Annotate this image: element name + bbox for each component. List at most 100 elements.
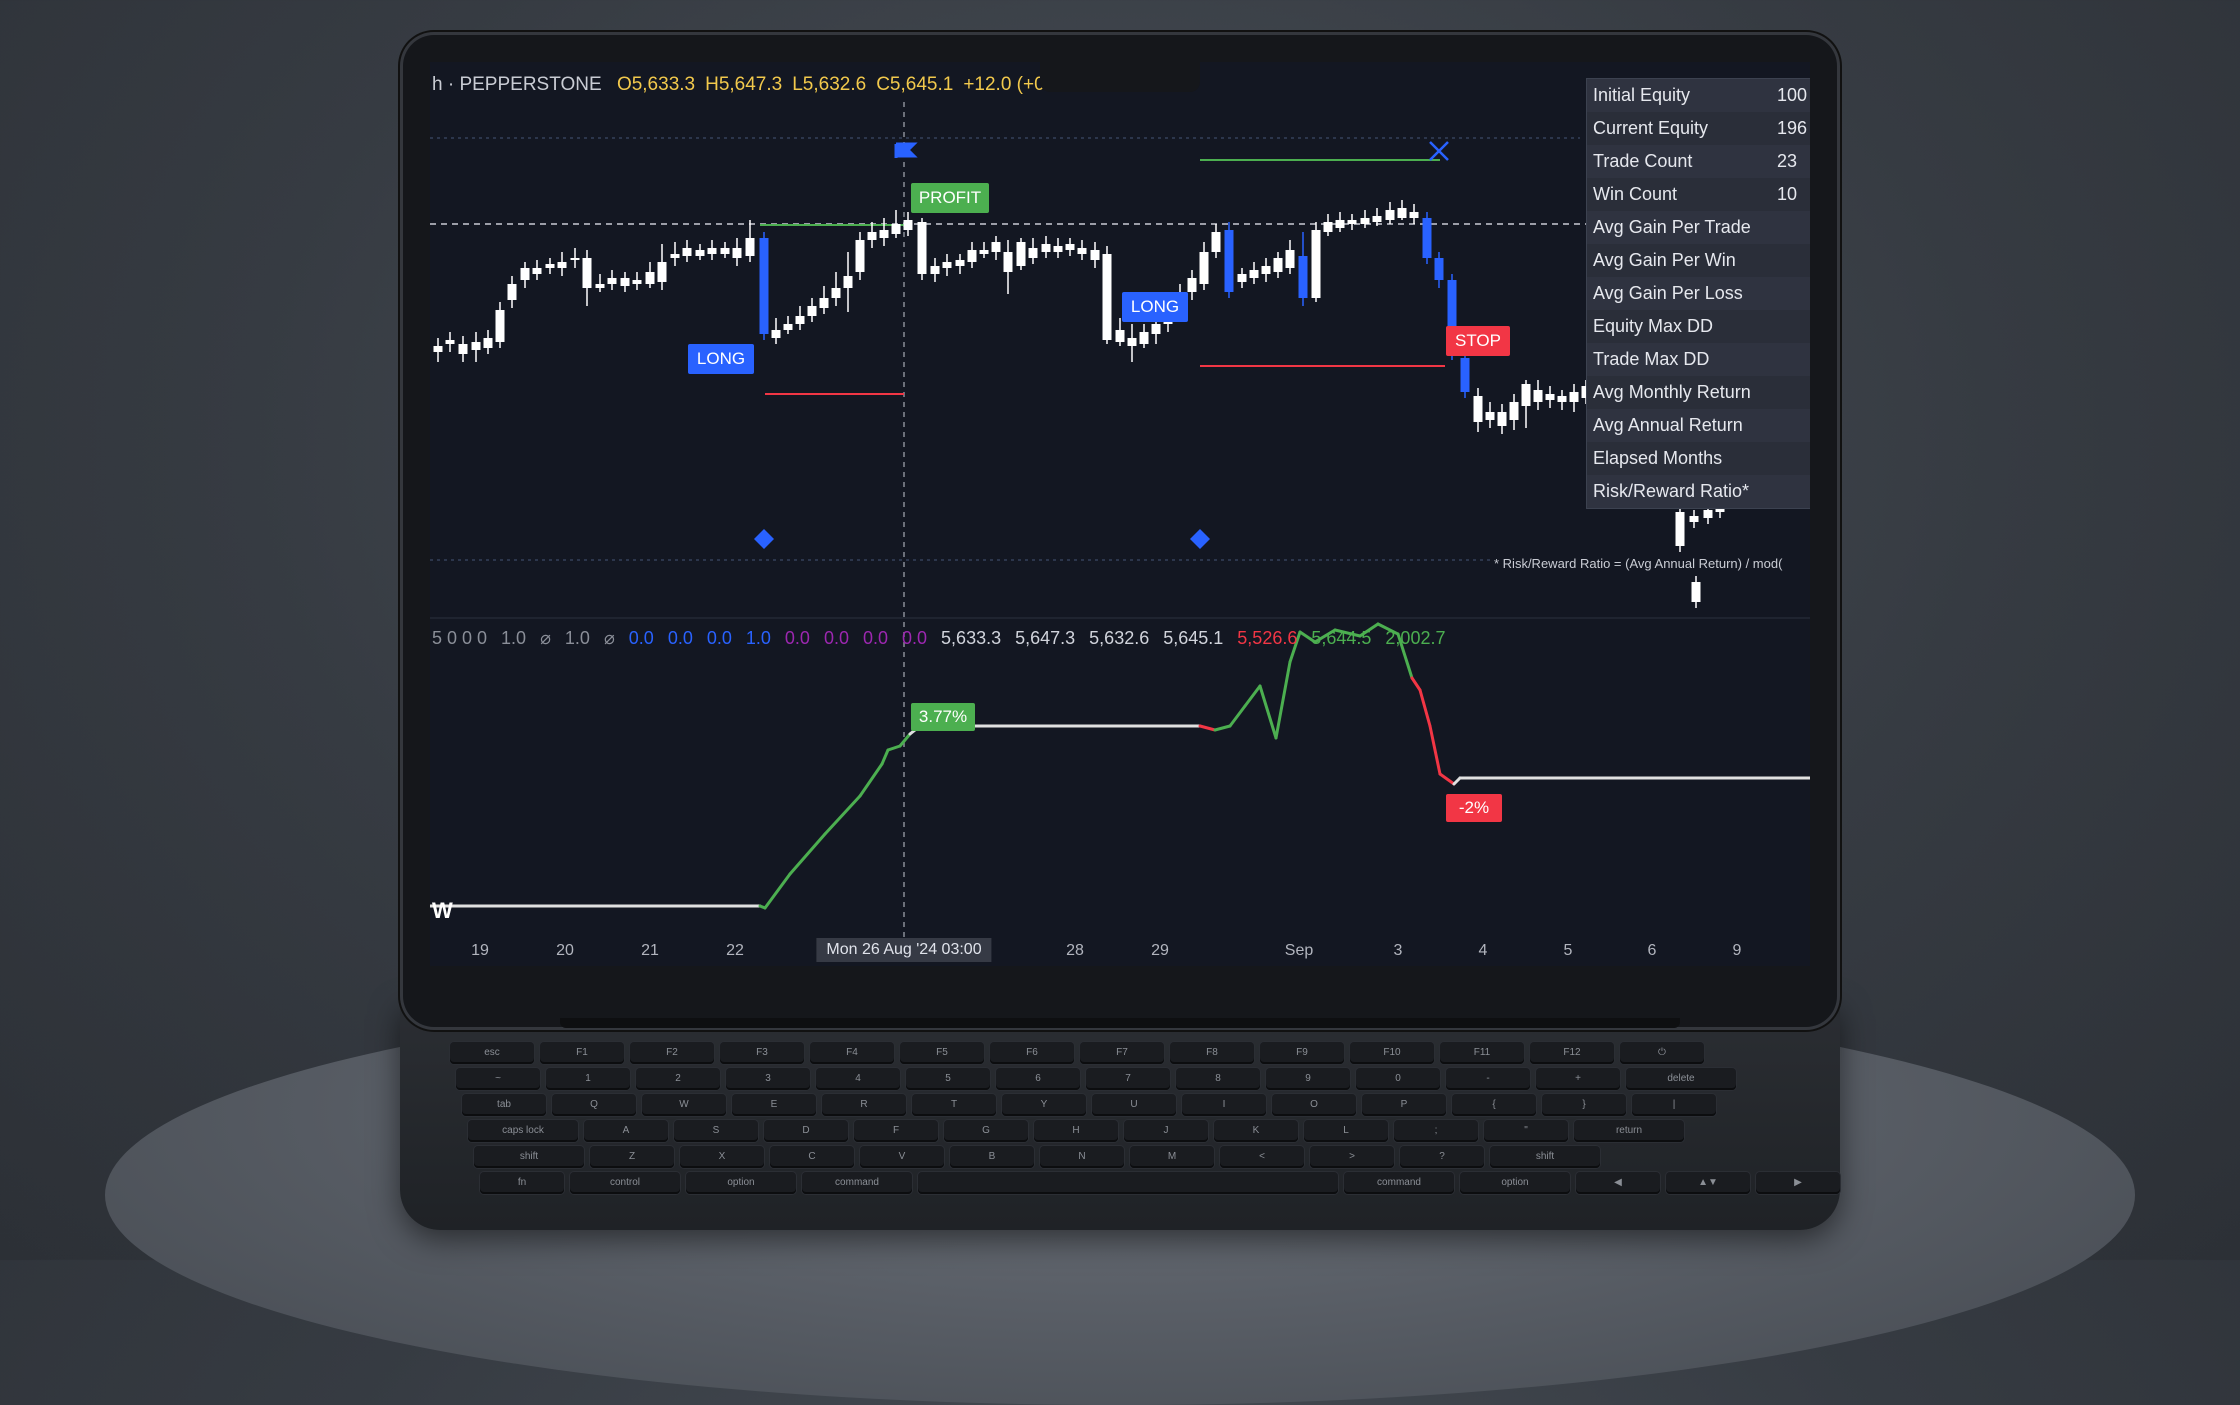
keyboard-key[interactable]: 7 [1086, 1068, 1170, 1090]
keyboard-key[interactable]: ◀ [1576, 1172, 1660, 1194]
flag-icon [894, 142, 918, 158]
keyboard-key[interactable]: return [1574, 1120, 1684, 1142]
keyboard-key[interactable]: " [1484, 1120, 1568, 1142]
keyboard-key[interactable]: J [1124, 1120, 1208, 1142]
indicator-value: 1.0 [501, 628, 527, 648]
keyboard-key[interactable]: 8 [1176, 1068, 1260, 1090]
keyboard-key[interactable]: R [822, 1094, 906, 1116]
profit-exit-tag: PROFIT [911, 183, 989, 213]
keyboard-key[interactable]: L [1304, 1120, 1388, 1142]
keyboard-key[interactable]: N [1040, 1146, 1124, 1168]
keyboard-key[interactable]: 6 [996, 1068, 1080, 1090]
keyboard-key[interactable]: F7 [1080, 1042, 1164, 1064]
keyboard-key[interactable]: caps lock [468, 1120, 578, 1142]
keyboard-key[interactable]: { [1452, 1094, 1536, 1116]
keyboard-key[interactable]: shift [1490, 1146, 1600, 1168]
candle-body [1211, 232, 1221, 252]
candle-body [1139, 332, 1149, 344]
keyboard-key[interactable]: F9 [1260, 1042, 1344, 1064]
keyboard-key[interactable]: command [1344, 1172, 1454, 1194]
keyboard-key[interactable]: E [732, 1094, 816, 1116]
candle-body [1224, 230, 1234, 292]
keyboard-row: shift Z X C V B N M < >? shift [474, 1146, 1600, 1168]
keyboard-key[interactable]: fn [480, 1172, 564, 1194]
keyboard-key[interactable]: M [1130, 1146, 1214, 1168]
keyboard-key[interactable]: ? [1400, 1146, 1484, 1168]
keyboard-key[interactable]: F2 [630, 1042, 714, 1064]
keyboard-key[interactable]: 3 [726, 1068, 810, 1090]
keyboard-key[interactable]: control [570, 1172, 680, 1194]
indicator-value: ⌀ [540, 628, 551, 648]
trading-chart-screen[interactable]: h · PEPPERSTONE O5,633.3 H5,647.3 L5,632.6… [430, 62, 1810, 966]
keyboard-key[interactable]: | [1632, 1094, 1716, 1116]
keyboard-key[interactable]: > [1310, 1146, 1394, 1168]
stats-row: Avg Gain Per Loss [1587, 277, 1810, 310]
keyboard-key[interactable]: X [680, 1146, 764, 1168]
candle-body [1335, 220, 1345, 228]
date-tick-label: 3 [1393, 942, 1403, 959]
keyboard-key[interactable]: Y [1002, 1094, 1086, 1116]
keyboard-key[interactable]: K [1214, 1120, 1298, 1142]
keyboard-key[interactable]: V [860, 1146, 944, 1168]
equity-curve-segment [858, 762, 884, 798]
keyboard-key[interactable]: Z [590, 1146, 674, 1168]
keyboard-key[interactable]: 9 [1266, 1068, 1350, 1090]
keyboard-key[interactable]: option [686, 1172, 796, 1194]
keyboard-key[interactable]: F4 [810, 1042, 894, 1064]
keyboard-key[interactable]: 2 [636, 1068, 720, 1090]
keyboard-key[interactable]: ⏻ [1620, 1042, 1704, 1064]
keyboard-key[interactable]: S [674, 1120, 758, 1142]
keyboard-key[interactable]: - [1446, 1068, 1530, 1090]
keyboard-key[interactable]: option [1460, 1172, 1570, 1194]
keyboard-key[interactable]: B [950, 1146, 1034, 1168]
keyboard-key[interactable]: P [1362, 1094, 1446, 1116]
long-entry-tag: LONG [688, 344, 754, 374]
keyboard-key[interactable]: D [764, 1120, 848, 1142]
keyboard-key[interactable]: 0 [1356, 1068, 1440, 1090]
keyboard-key[interactable]: I [1182, 1094, 1266, 1116]
keyboard-key[interactable]: F5 [900, 1042, 984, 1064]
equity-curve-segment [1274, 660, 1292, 740]
keyboard-key[interactable]: F8 [1170, 1042, 1254, 1064]
laptop-base: esc F1 F2 F3 F4 F5 F6 F7 F8 F9 F10 F11 F12 ⏻ ~1 2 3 4 5 6 7 8… [400, 1000, 1840, 1230]
keyboard-key[interactable]: G [944, 1120, 1028, 1142]
keyboard-key[interactable]: U [1092, 1094, 1176, 1116]
indicator-value: 0.0 [902, 628, 928, 648]
keyboard-key[interactable]: ▲▼ [1666, 1172, 1750, 1194]
keyboard-key[interactable]: < [1220, 1146, 1304, 1168]
keyboard-key[interactable]: O [1272, 1094, 1356, 1116]
symbol-label[interactable]: h · PEPPERSTONE [432, 74, 602, 95]
keyboard-key[interactable]: shift [474, 1146, 584, 1168]
keyboard-key[interactable]: F [854, 1120, 938, 1142]
keyboard-key[interactable]: esc [450, 1042, 534, 1064]
keyboard-key[interactable]: ▶ [1756, 1172, 1840, 1194]
keyboard-key[interactable]: } [1542, 1094, 1626, 1116]
keyboard-key[interactable]: 5 [906, 1068, 990, 1090]
keyboard-key[interactable]: Q [552, 1094, 636, 1116]
keyboard-key[interactable]: F12 [1530, 1042, 1614, 1064]
keyboard-key[interactable]: C [770, 1146, 854, 1168]
keyboard-key[interactable]: F10 [1350, 1042, 1434, 1064]
keyboard-key[interactable]: W [642, 1094, 726, 1116]
keyboard-key[interactable]: ~ [456, 1068, 540, 1090]
keyboard-key[interactable]: tab [462, 1094, 546, 1116]
keyboard-key[interactable]: F1 [540, 1042, 624, 1064]
keyboard-key[interactable]: F11 [1440, 1042, 1524, 1064]
keyboard-key[interactable]: ; [1394, 1120, 1478, 1142]
keyboard-key[interactable]: T [912, 1094, 996, 1116]
keyboard-key[interactable]: F3 [720, 1042, 804, 1064]
keyboard-key[interactable]: command [802, 1172, 912, 1194]
keyboard-key[interactable]: H [1034, 1120, 1118, 1142]
keyboard-row: tab Q W E R T Y U I O P {} | [462, 1094, 1716, 1116]
keyboard-key[interactable] [918, 1172, 1338, 1194]
keyboard-key[interactable]: A [584, 1120, 668, 1142]
keyboard-key[interactable]: 4 [816, 1068, 900, 1090]
stats-row: Avg Monthly Return [1587, 376, 1810, 409]
keyboard-key[interactable]: delete [1626, 1068, 1736, 1090]
trade-loss-label: -2% [1446, 794, 1502, 822]
keyboard-key[interactable]: F6 [990, 1042, 1074, 1064]
candle-body [917, 222, 927, 274]
keyboard-key[interactable]: 1 [546, 1068, 630, 1090]
keyboard-key[interactable]: + [1536, 1068, 1620, 1090]
time-axis[interactable]: 19 20 21 22 28 29 Sep 3 4 5 6 9 Mon 26 Aug '24 03:00 [430, 938, 1810, 966]
